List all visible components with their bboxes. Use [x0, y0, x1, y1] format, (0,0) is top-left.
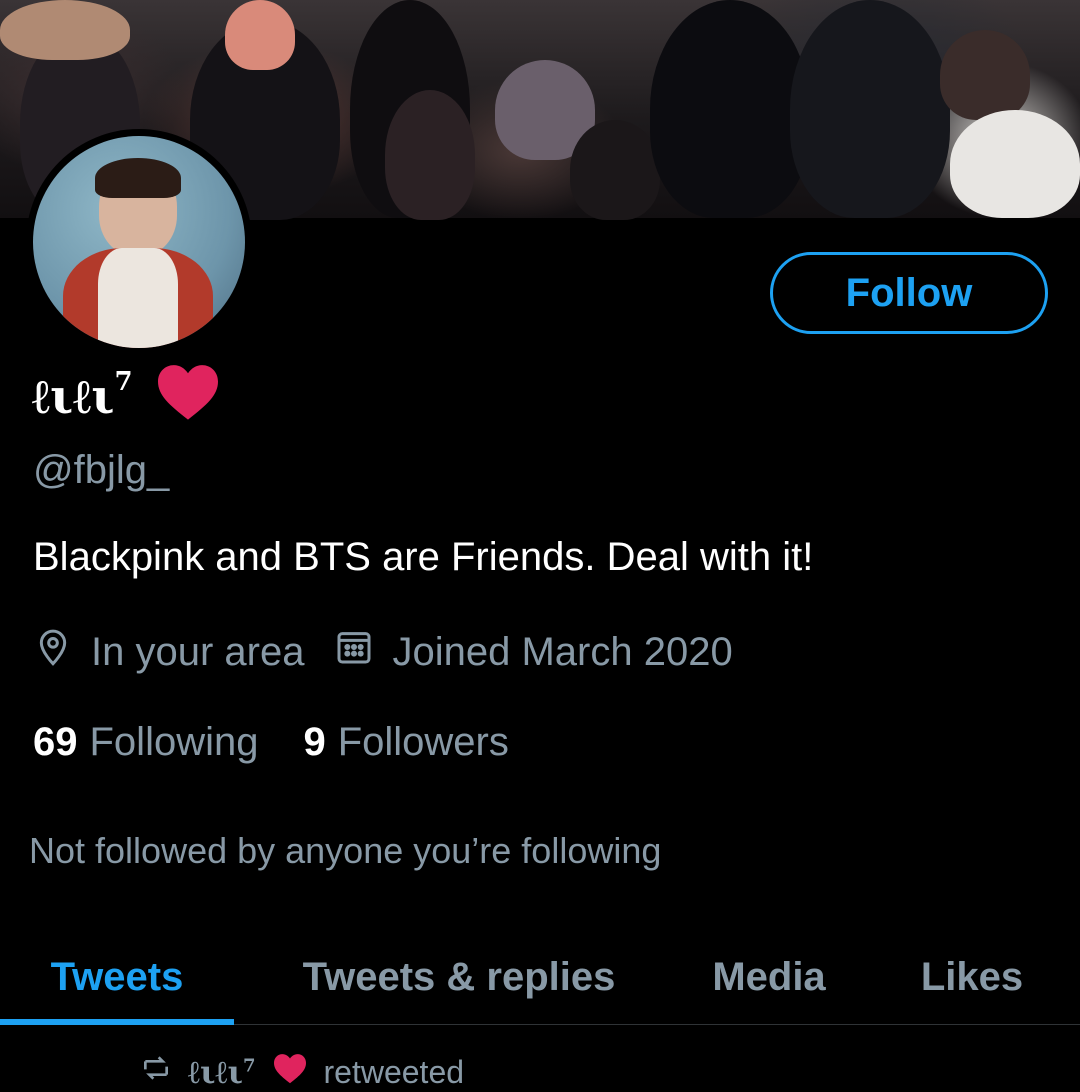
profile-tabs: Tweets Tweets & replies Media Likes	[0, 930, 1080, 1025]
retweet-header: ℓιℓι7 retweeted	[140, 1052, 464, 1092]
tab-tweets-replies[interactable]: Tweets & replies	[244, 930, 674, 1024]
joined-text: Joined March 2020	[392, 629, 733, 674]
following-count: 69	[33, 719, 78, 764]
followers-link[interactable]: 9 Followers	[303, 720, 508, 765]
following-link[interactable]: 69 Following	[33, 720, 258, 765]
banner-figure	[790, 0, 950, 218]
retweeted-label: retweeted	[323, 1053, 465, 1090]
following-label: Following	[89, 719, 259, 764]
profile-bio: Blackpink and BTS are Friends. Deal with…	[33, 535, 814, 579]
calendar-icon	[334, 627, 374, 677]
banner-figure	[950, 110, 1080, 218]
banner-figure	[940, 30, 1030, 120]
profile-handle: @fbjlg_	[33, 448, 170, 492]
banner-figure	[225, 0, 295, 70]
location: In your area	[33, 627, 304, 677]
avatar[interactable]	[26, 129, 252, 355]
follow-counts: 69 Following 9 Followers	[33, 716, 554, 768]
joined-date: Joined March 2020	[334, 627, 733, 677]
follow-button[interactable]: Follow	[770, 252, 1048, 334]
avatar-figure-shirt	[98, 248, 178, 348]
tab-likes[interactable]: Likes	[864, 930, 1080, 1024]
banner-figure	[650, 0, 810, 218]
display-name: ℓιℓι7	[32, 362, 221, 432]
avatar-figure-hair	[95, 158, 181, 198]
retweeter-name[interactable]: ℓιℓι7	[188, 1053, 256, 1091]
banner-figure	[0, 0, 130, 60]
banner-figure	[385, 90, 475, 220]
retweet-icon	[140, 1052, 172, 1092]
location-text: In your area	[91, 629, 305, 674]
display-name-text: ℓιℓι7	[32, 367, 133, 425]
avatar-image	[33, 136, 245, 348]
heart-icon	[272, 1052, 308, 1092]
not-followed-notice: Not followed by anyone you’re following	[29, 830, 662, 871]
location-pin-icon	[33, 627, 73, 677]
followers-label: Followers	[337, 719, 509, 764]
tab-media[interactable]: Media	[674, 930, 864, 1024]
followers-count: 9	[303, 719, 326, 764]
tab-tweets[interactable]: Tweets	[0, 930, 234, 1025]
banner-figure	[570, 120, 660, 220]
heart-icon	[155, 361, 221, 433]
profile-meta: In your area Joined March 2020	[33, 626, 763, 678]
